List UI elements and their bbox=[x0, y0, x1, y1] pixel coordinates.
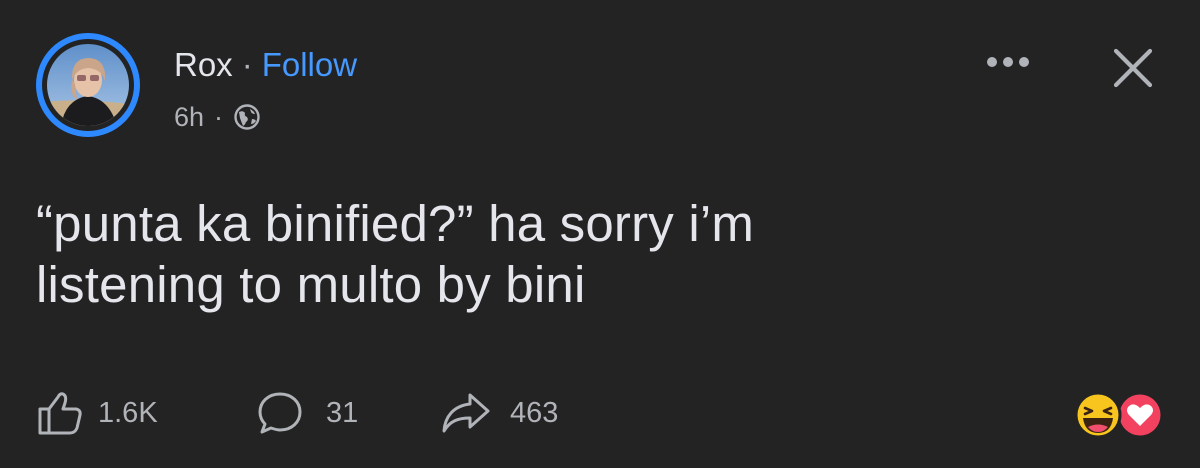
post-timestamp[interactable]: 6h bbox=[174, 99, 204, 135]
like-count: 1.6K bbox=[98, 396, 158, 429]
globe-icon[interactable] bbox=[233, 103, 261, 131]
share-count: 463 bbox=[510, 396, 559, 429]
post-text-line: “punta ka binified?” ha sorry i’m bbox=[36, 195, 755, 252]
comment-bubble-icon bbox=[258, 392, 302, 434]
meta-separator: · bbox=[214, 102, 224, 132]
share-arrow-icon bbox=[442, 393, 490, 433]
name-separator: · bbox=[241, 46, 253, 83]
share-button[interactable]: 463 bbox=[440, 389, 558, 437]
follow-button[interactable]: Follow bbox=[262, 46, 357, 83]
close-icon[interactable] bbox=[1108, 43, 1158, 93]
avatar-photo bbox=[47, 44, 129, 126]
love-heart-icon bbox=[1116, 391, 1164, 439]
author-avatar[interactable] bbox=[36, 33, 140, 137]
post-meta: 6h · bbox=[174, 99, 261, 135]
thumbs-up-icon bbox=[38, 392, 82, 435]
author-name[interactable]: Rox bbox=[174, 46, 233, 83]
author-header: Rox · Follow bbox=[174, 45, 357, 85]
post-body: “punta ka binified?” ha sorry i’m listen… bbox=[36, 193, 1156, 315]
comment-button[interactable]: 31 bbox=[256, 389, 442, 437]
comment-count: 31 bbox=[326, 396, 359, 429]
haha-emoji-icon bbox=[1074, 391, 1122, 439]
action-bar: 1.6K 31 463 bbox=[36, 386, 558, 440]
more-horizontal-icon[interactable] bbox=[982, 48, 1034, 76]
post-text-line: listening to multo by bini bbox=[36, 256, 586, 313]
like-button[interactable]: 1.6K bbox=[36, 389, 216, 437]
reaction-summary[interactable] bbox=[1070, 391, 1170, 441]
